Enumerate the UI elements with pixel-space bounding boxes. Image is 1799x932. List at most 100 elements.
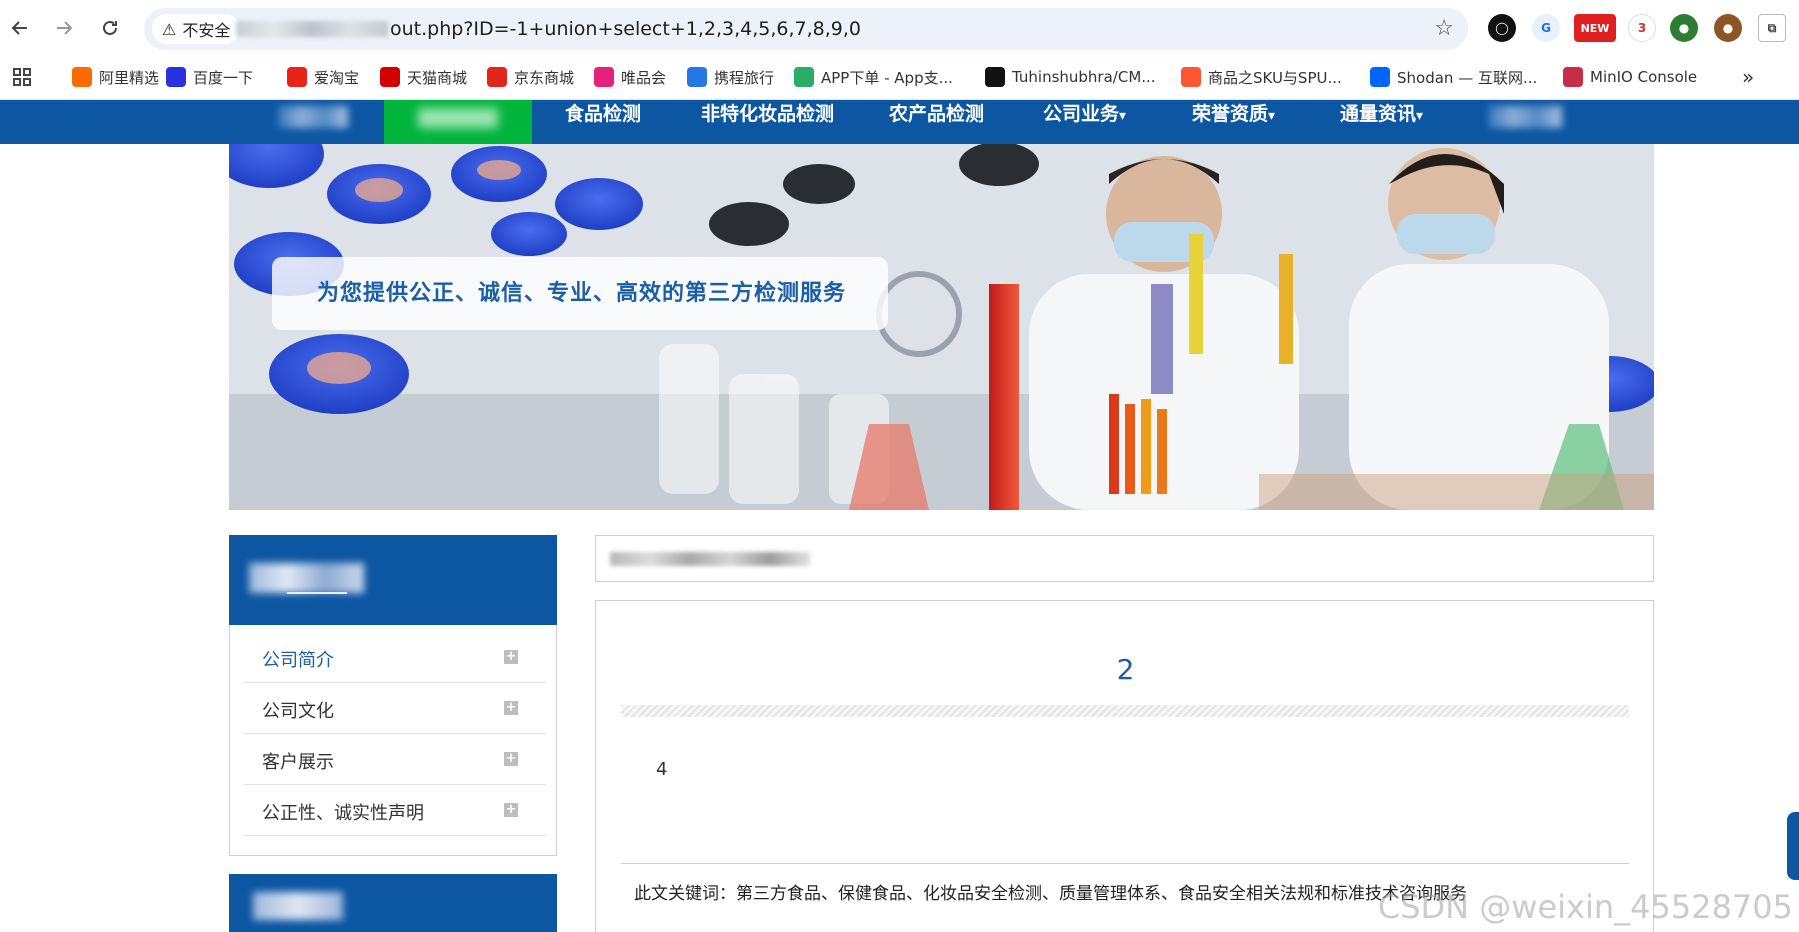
count-extension-icon[interactable]: 3 (1628, 14, 1656, 42)
article-body: 4 (656, 759, 668, 780)
bookmark-star-icon[interactable]: ☆ (1434, 16, 1454, 41)
sidebar-header (229, 535, 557, 625)
bookmark-item[interactable]: MinIO Console (1563, 64, 1697, 90)
bookmark-item[interactable]: Tuhinshubhra/CM... (985, 64, 1156, 90)
sidebar-header-secondary (229, 874, 557, 932)
vipshop-icon (594, 67, 614, 87)
sidebar-menu: 公司简介 + 公司文化 + 客户展示 + 公正性、诚实性声明 + (229, 625, 557, 856)
puzzle-extensions-icon[interactable]: ⧉ (1758, 14, 1786, 42)
minio-icon (1563, 67, 1583, 87)
bookmark-label: APP下单 - App支... (821, 68, 953, 87)
bookmark-item[interactable]: 百度一下 (166, 64, 253, 90)
hero-banner: 为您提供公正、诚信、专业、高效的第三方检测服务 (229, 144, 1654, 510)
new-extension-icon[interactable]: NEW (1574, 14, 1616, 42)
ctrip-icon (687, 67, 707, 87)
bookmark-label: 阿里精选 (99, 68, 160, 87)
bookmark-item[interactable]: 携程旅行 (687, 64, 774, 90)
reload-icon[interactable] (94, 12, 126, 44)
sidebar-title-redacted (249, 563, 364, 593)
bookmark-item[interactable]: 商品之SKU与SPU... (1181, 64, 1342, 90)
url-text[interactable]: out.php?ID=-1+union+select+1,2,3,4,5,6,7… (236, 18, 861, 40)
apps-grid-icon[interactable] (12, 64, 32, 90)
bookmark-label: 天猫商城 (407, 68, 468, 87)
article-panel: 2 4 此文关键词：第三方食品、保健食品、化妆品安全检测、质量管理体系、食品安全… (595, 600, 1654, 932)
bookmark-label: Shodan — 互联网... (1397, 68, 1538, 87)
breadcrumb (595, 535, 1654, 582)
security-label: 不安全 (182, 21, 231, 40)
bookmark-label: Tuhinshubhra/CM... (1012, 68, 1156, 86)
expand-plus-icon[interactable]: + (504, 803, 518, 817)
expand-plus-icon[interactable]: + (504, 752, 518, 766)
nav-item-label: 农产品检测 (889, 103, 985, 125)
jd-icon (487, 67, 507, 87)
sidebar-title-secondary-redacted (253, 892, 343, 920)
translate-extension-icon[interactable]: G (1532, 14, 1560, 42)
bookmark-item[interactable]: 爱淘宝 (287, 64, 359, 90)
nav-item-label: 食品检测 (565, 103, 642, 125)
expand-plus-icon[interactable]: + (504, 701, 518, 715)
sidebar-item-label: 公司简介 (262, 650, 334, 671)
chevron-down-icon: ▾ (1119, 108, 1127, 124)
green-extension-icon[interactable]: ● (1670, 14, 1698, 42)
baidu-icon (166, 67, 186, 87)
expand-plus-icon[interactable]: + (504, 650, 518, 664)
chevron-down-icon: ▾ (1416, 108, 1424, 124)
nav-item[interactable]: 通量资讯▾ (1340, 100, 1423, 144)
bookmark-label: 唯品会 (621, 68, 667, 87)
article-keywords: 此文关键词：第三方食品、保健食品、化妆品安全检测、质量管理体系、食品安全相关法规… (634, 884, 1467, 904)
url-redacted (236, 21, 388, 37)
nav-item-active-redacted (418, 108, 498, 128)
more-bookmarks-icon[interactable]: » (1742, 64, 1754, 90)
address-bar[interactable]: ⚠ 不安全 out.php?ID=-1+union+select+1,2,3,4… (144, 8, 1468, 50)
bookmark-item[interactable]: 天猫商城 (380, 64, 467, 90)
csdn-watermark: CSDN @weixin_45528705 (1377, 888, 1793, 926)
bookmark-label: 百度一下 (193, 68, 254, 87)
title-divider (621, 705, 1629, 717)
taobao-icon (287, 67, 307, 87)
extension-circle-icon[interactable]: ◯ (1488, 14, 1516, 42)
chevron-down-icon: ▾ (1268, 108, 1276, 124)
bookmark-item[interactable]: APP下单 - App支... (794, 64, 953, 90)
nav-item[interactable]: 非特化妆品检测 (701, 100, 834, 144)
nav-item[interactable]: 食品检测 (565, 100, 641, 144)
github-icon (985, 67, 1005, 87)
sidebar-item-label: 公正性、诚实性声明 (262, 803, 424, 824)
bookmark-item[interactable]: 唯品会 (594, 64, 666, 90)
sidebar-item-label: 客户展示 (262, 752, 334, 773)
security-chip[interactable]: ⚠ 不安全 (152, 14, 241, 44)
nav-item[interactable]: 农产品检测 (889, 100, 984, 144)
nav-item[interactable]: 荣誉资质▾ (1192, 100, 1275, 144)
bookmark-label: MinIO Console (1590, 68, 1698, 86)
bookmark-item[interactable]: Shodan — 互联网... (1370, 64, 1537, 90)
bookmark-label: 京东商城 (514, 68, 575, 87)
alibaba-icon (72, 67, 92, 87)
wechat-icon (794, 67, 814, 87)
browser-toolbar: ⚠ 不安全 out.php?ID=-1+union+select+1,2,3,4… (0, 0, 1799, 56)
warning-icon: ⚠ (162, 19, 177, 39)
tmall-icon (380, 67, 400, 87)
banner-slogan: 为您提供公正、诚信、专业、高效的第三方检测服务 (272, 257, 888, 330)
site-navigation: 食品检测 非特化妆品检测 农产品检测 公司业务▾ 荣誉资质▾ 通量资讯▾ (0, 100, 1799, 144)
nav-item-label: 非特化妆品检测 (701, 103, 835, 125)
forward-icon[interactable] (48, 12, 80, 44)
cookie-extension-icon[interactable]: ● (1714, 14, 1742, 42)
back-icon[interactable] (4, 12, 36, 44)
bookmark-label: 商品之SKU与SPU... (1208, 68, 1342, 87)
sidebar-item[interactable]: 客户展示 + (244, 734, 546, 785)
nav-item-redacted[interactable] (278, 106, 348, 128)
article-title: 2 (1116, 653, 1135, 686)
bookmark-item[interactable]: 京东商城 (487, 64, 574, 90)
sidebar-item[interactable]: 公司简介 + (244, 632, 546, 683)
nav-item[interactable]: 公司业务▾ (1043, 100, 1126, 144)
sidebar-item[interactable]: 公司文化 + (244, 683, 546, 734)
sidebar-title-underline (287, 592, 347, 594)
floating-side-tab[interactable] (1787, 812, 1799, 880)
bookmark-label: 爱淘宝 (314, 68, 360, 87)
bookmark-item[interactable]: 阿里精选 (72, 64, 159, 90)
sidebar-item[interactable]: 公正性、诚实性声明 + (244, 785, 546, 836)
breadcrumb-redacted (610, 552, 810, 566)
csdn-icon (1181, 67, 1201, 87)
nav-item-redacted-last[interactable] (1488, 106, 1562, 128)
zhihu-icon (1370, 67, 1390, 87)
nav-item-label: 公司业务 (1043, 103, 1120, 125)
